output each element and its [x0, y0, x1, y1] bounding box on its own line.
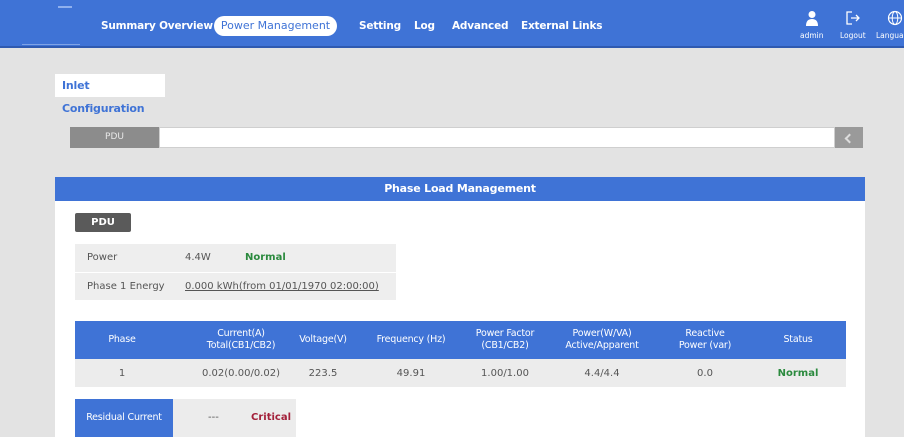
header-reactive-power: Reactive Power (var) — [678, 328, 732, 351]
residual-current-status: Critical — [251, 412, 292, 423]
header-phase: Phase — [108, 334, 136, 345]
header-power-factor: Power Factor (CB1/CB2) — [475, 328, 535, 351]
header-power: Power(W/VA) Active/Apparent — [565, 328, 639, 351]
cell-frequency: 49.91 — [396, 368, 426, 379]
table-row: 1 0.02(0.00/0.02) 223.5 49.91 1.00/1.00 … — [75, 359, 846, 387]
panel-title: Phase Load Management — [55, 177, 865, 201]
header-status: Status — [783, 334, 813, 345]
cell-power: 4.4/4.4 — [584, 368, 620, 379]
power-value: 4.4W — [185, 252, 211, 263]
energy-row: Phase 1 Energy 0.000 kWh(from 01/01/1970… — [75, 273, 396, 301]
logout-button[interactable]: Logout — [840, 10, 866, 40]
pdu-selector-field[interactable] — [159, 127, 835, 148]
language-label: Language — [876, 31, 904, 40]
logout-icon — [846, 11, 860, 25]
pdu-selector-label: PDU — [105, 132, 124, 142]
energy-label: Phase 1 Energy — [87, 281, 165, 292]
cell-current: 0.02(0.00/0.02) — [202, 368, 280, 379]
residual-current-value: --- — [208, 412, 219, 423]
logout-label: Logout — [840, 31, 866, 40]
header-current: Current(A) Total(CB1/CB2) — [206, 328, 276, 351]
pdu-badge: PDU — [75, 213, 131, 232]
power-status: Normal — [245, 252, 286, 263]
admin-label: admin — [800, 31, 824, 40]
globe-icon — [887, 10, 902, 26]
cell-status: Normal — [777, 368, 819, 379]
energy-value-link[interactable]: 0.000 kWh(from 01/01/1970 02:00:00) — [185, 281, 379, 292]
nav-power-management[interactable]: Power Management — [214, 16, 337, 36]
nav-summary-overview[interactable]: Summary Overview — [101, 20, 213, 32]
cell-voltage: 223.5 — [308, 368, 338, 379]
top-navigation-bar: Summary Overview Power Management Settin… — [0, 0, 904, 48]
cell-phase: 1 — [118, 368, 126, 379]
pdu-selector: PDU — [70, 127, 863, 148]
logo-underline — [22, 44, 80, 45]
nav-external-links[interactable]: External Links — [521, 20, 602, 32]
phase-load-panel: Phase Load Management PDU Power 4.4W Nor… — [55, 177, 865, 437]
tab-inlet-configuration[interactable]: Inlet Configuration — [55, 74, 165, 115]
nav-advanced[interactable]: Advanced — [452, 20, 509, 32]
power-row: Power 4.4W Normal — [75, 244, 396, 272]
nav-setting[interactable]: Setting — [359, 20, 401, 32]
collapse-button[interactable] — [835, 127, 863, 148]
user-icon — [805, 11, 818, 26]
cell-reactive-power: 0.0 — [697, 368, 713, 379]
logo-icon — [58, 6, 72, 8]
header-voltage: Voltage(V) — [299, 334, 347, 345]
cell-power-factor: 1.00/1.00 — [481, 368, 529, 379]
language-button[interactable]: Language — [876, 10, 904, 40]
residual-current-box: Residual Current (mA) --- Critical — [75, 399, 296, 437]
admin-button[interactable]: admin — [800, 10, 824, 40]
pdu-info-box: Power 4.4W Normal Phase 1 Energy 0.000 k… — [75, 244, 396, 300]
nav-log[interactable]: Log — [414, 20, 435, 32]
power-label: Power — [87, 252, 118, 263]
residual-current-label: Residual Current (mA) — [75, 399, 173, 437]
table-header: Phase Current(A) Total(CB1/CB2) Voltage(… — [75, 321, 846, 359]
header-frequency: Frequency (Hz) — [376, 334, 446, 345]
